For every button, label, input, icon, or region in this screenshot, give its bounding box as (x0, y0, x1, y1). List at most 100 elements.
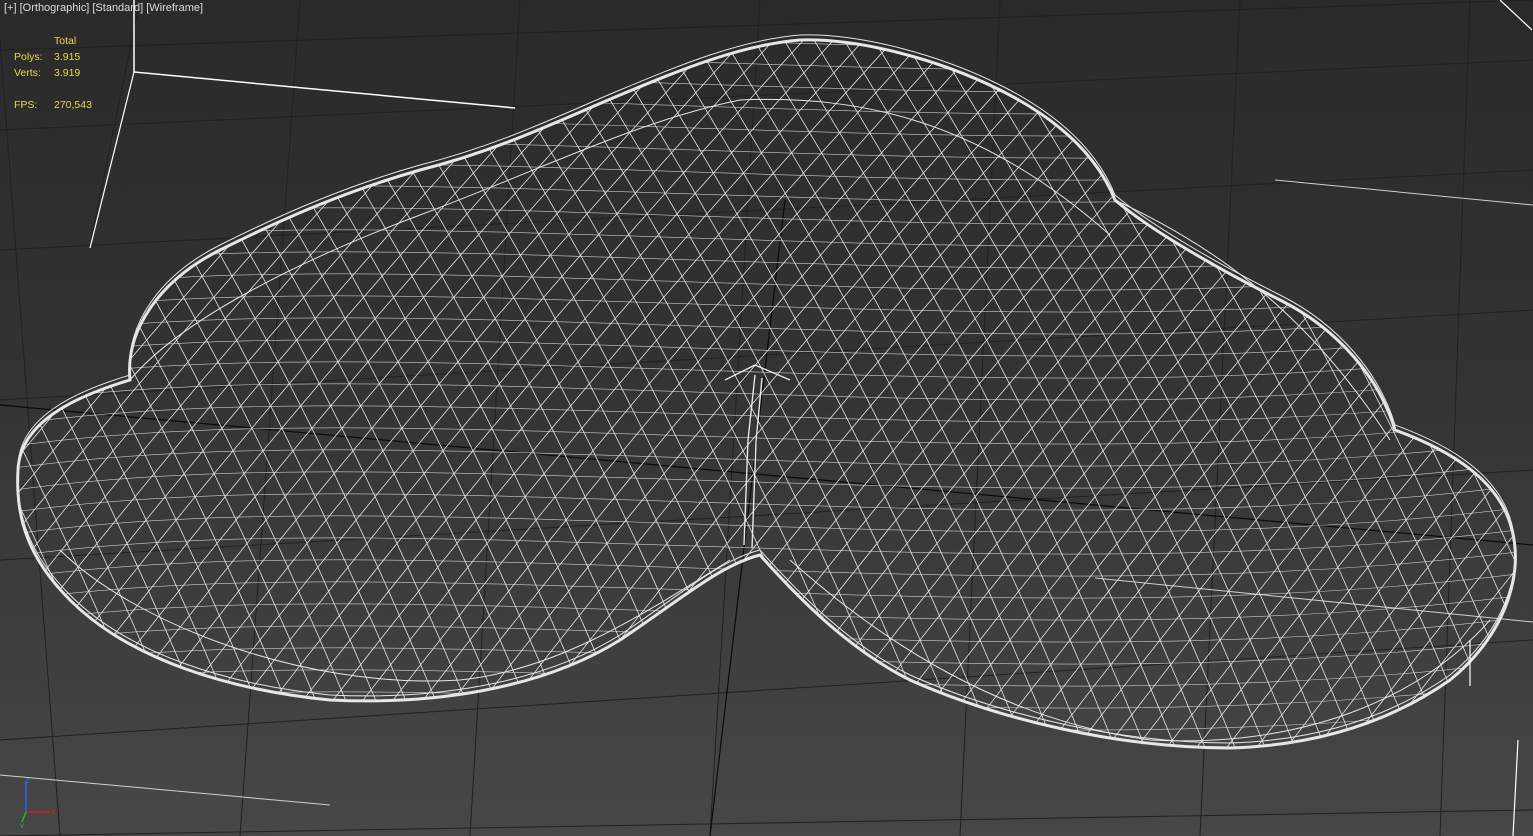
viewport-menu-button[interactable]: [+] (4, 2, 17, 14)
wire-edge (529, 39, 1231, 748)
grid-line (0, 809, 1533, 836)
fps-value: 270,543 (54, 99, 92, 111)
wire-edge (17, 659, 1516, 691)
wire-edge (1389, 39, 1516, 748)
wire-edge (1479, 39, 1516, 748)
verts-value: 3.919 (54, 67, 81, 79)
wire-edge (859, 39, 1516, 748)
wire-edge (79, 39, 781, 748)
wire-edge (829, 39, 1516, 748)
wire-edge (1419, 39, 1516, 748)
wire-edge (1520, 0, 1533, 836)
wire-edge (17, 39, 71, 748)
stats-header: Total (54, 35, 77, 47)
wire-edge (1189, 39, 1516, 748)
grid-line (469, 0, 521, 836)
polys-label: Polys: (14, 51, 43, 63)
grid-line (0, 59, 1533, 131)
wire-edge (17, 637, 1516, 669)
wire-edge (17, 39, 31, 748)
wire-edge (17, 395, 1516, 427)
grid-major-line (0, 404, 1533, 546)
wire-edge (17, 527, 1516, 559)
wire-edge (17, 747, 1516, 748)
view-type-menu[interactable]: [Orthographic] (20, 2, 90, 14)
wire-edge (109, 39, 811, 748)
wire-edge (1279, 39, 1516, 748)
wire-edge (1339, 39, 1516, 748)
wire-edge (17, 39, 241, 748)
wire-edge (1069, 39, 1516, 748)
wire-edge (17, 39, 571, 748)
wire-edge (17, 39, 451, 748)
display-mode-menu[interactable]: [Wireframe] (146, 2, 203, 14)
wire-edge (17, 39, 361, 748)
shading-preset-menu[interactable]: [Standard] (92, 2, 143, 14)
axis-gizmo-icon: z x y (20, 776, 56, 828)
statistics-overlay: Total Polys: 3.915 Verts: 3.919 FPS: 270,54… (14, 33, 92, 113)
viewport[interactable]: [+] [Orthographic] [Standard] [Wireframe… (0, 0, 1533, 836)
wire-edge (1429, 39, 1516, 748)
bracket-bottom-right (1512, 739, 1519, 836)
wire-edge (1399, 39, 1516, 748)
wire-edge (949, 39, 1516, 748)
bracket-top-left (133, 0, 516, 109)
wire-edge (1039, 39, 1516, 748)
wire-edge (319, 39, 1021, 748)
wire-edge (17, 615, 1516, 647)
bracket-edge (89, 71, 135, 249)
verts-label: Verts: (14, 67, 41, 79)
scene-canvas[interactable] (0, 0, 1533, 836)
grid-line (709, 0, 761, 836)
ground-line (1274, 179, 1533, 206)
viewport-label[interactable]: [+] [Orthographic] [Standard] [Wireframe… (4, 2, 203, 14)
axis-x-label: x (51, 806, 56, 816)
wire-edge (889, 39, 1516, 748)
wire-edge (17, 39, 371, 748)
wire-edge (289, 39, 991, 748)
wire-edge (17, 39, 481, 748)
wire-edge (169, 39, 871, 748)
grid-line (89, 0, 141, 246)
wire-edge (17, 39, 301, 748)
axis-y-label: y (20, 821, 24, 828)
wire-edge (1509, 39, 1516, 748)
grid-line (239, 0, 301, 836)
wire-edge (17, 571, 1516, 603)
wire-edge (1149, 39, 1516, 748)
wire-edge (739, 39, 1441, 748)
wire-edge (379, 39, 1081, 748)
wire-edge (1299, 39, 1516, 748)
grid-line (1439, 0, 1471, 836)
ground-line (1094, 577, 1533, 623)
grid-line (0, 169, 1533, 251)
wire-edge (1089, 39, 1511, 748)
wire-edge (439, 39, 1141, 748)
wire-edge (17, 461, 1516, 493)
wire-edge (17, 39, 91, 748)
wire-edge (17, 39, 511, 748)
fps-label: FPS: (14, 99, 38, 111)
wire-edge (0, 0, 10, 836)
wire-edge (17, 39, 151, 748)
wire-edge (589, 39, 1291, 748)
wire-edge (1489, 39, 1516, 748)
wire-edge (1449, 39, 1516, 748)
grid-line (0, 469, 1533, 561)
bracket-top-right (1499, 0, 1533, 31)
wire-edge (649, 39, 1351, 748)
wire-edge (769, 39, 1471, 748)
wire-edge (1459, 39, 1516, 748)
wire-edge (17, 703, 1516, 735)
wire-edge (409, 39, 1111, 748)
grid-line (0, 639, 1533, 741)
wire-edge (17, 153, 1516, 185)
wire-edge (1159, 39, 1516, 748)
wire-edge (17, 39, 271, 748)
wire-edge (1269, 39, 1516, 748)
wire-edge (17, 39, 391, 748)
wire-edge (559, 39, 1261, 748)
selection-bracket (89, 0, 1533, 836)
wire-edge (49, 39, 751, 748)
wireframe-mesh[interactable] (0, 0, 1533, 836)
